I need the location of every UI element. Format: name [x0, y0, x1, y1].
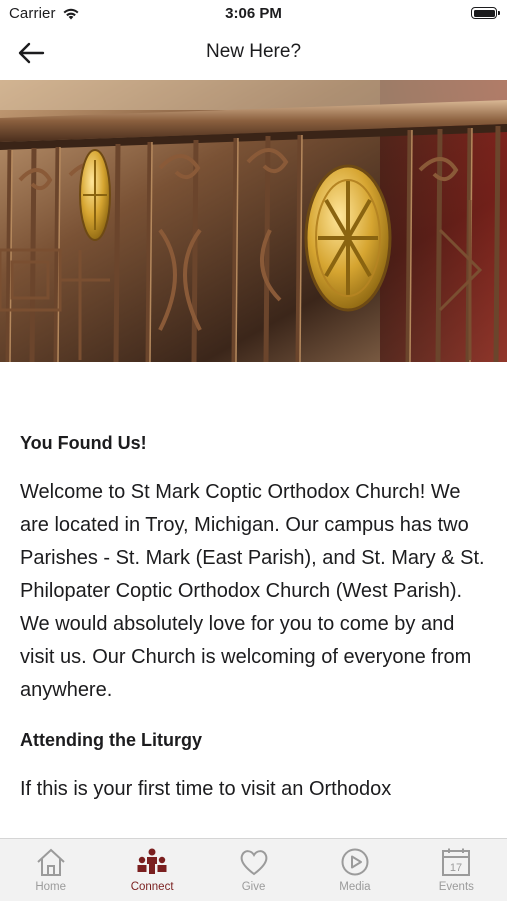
calendar-day: 17 — [450, 862, 462, 874]
tab-home[interactable]: Home — [0, 839, 101, 901]
gold-medallion-small — [79, 149, 111, 241]
battery-icon — [471, 7, 500, 19]
welcome-paragraph: Welcome to St Mark Coptic Orthodox Churc… — [20, 481, 485, 701]
tab-events[interactable]: 17 Events — [406, 839, 507, 901]
navigation-bar: New Here? — [0, 28, 507, 78]
gold-medallion-large — [304, 164, 392, 312]
calendar-icon: 17 — [442, 848, 471, 876]
tab-media[interactable]: Media — [304, 839, 405, 901]
tab-give[interactable]: Give — [203, 839, 304, 901]
home-icon — [37, 848, 65, 876]
status-time: 3:06 PM — [225, 5, 282, 22]
tab-give-label: Give — [241, 881, 266, 893]
tab-home-label: Home — [35, 881, 67, 893]
heading-you-found-us: You Found Us! — [20, 433, 147, 453]
hero-image — [0, 80, 507, 362]
liturgy-paragraph: If this is your first time to visit an O… — [20, 778, 392, 800]
page-title: New Here? — [205, 41, 302, 62]
tab-media-label: Media — [339, 881, 371, 893]
tab-connect[interactable]: Connect — [101, 839, 202, 901]
status-bar: Carrier 3:06 PM — [0, 0, 507, 28]
article-content: You Found Us! Welcome to St Mark Coptic … — [20, 430, 490, 820]
people-icon — [137, 848, 167, 874]
tab-bar: Home Connect Give Media 17 Events — [0, 838, 507, 901]
tab-connect-label: Connect — [130, 881, 174, 893]
railing-illustration — [0, 80, 507, 362]
heading-attending-liturgy: Attending the Liturgy — [20, 730, 202, 750]
heart-icon — [240, 850, 267, 876]
tab-events-label: Events — [438, 881, 474, 893]
play-icon — [341, 848, 369, 876]
